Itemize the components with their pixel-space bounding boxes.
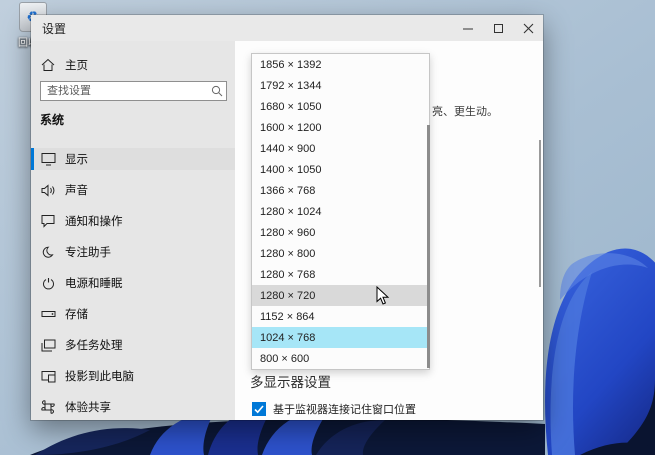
focus-assist-icon xyxy=(40,244,56,260)
home-label: 主页 xyxy=(65,60,88,72)
resolution-option[interactable]: 1600 × 1200 xyxy=(252,117,429,138)
sidebar-nav: 显示 声音 通知和操作 专注助手 电源和睡眠 存储 多任务处理 投影到此电脑 体… xyxy=(31,148,235,427)
sidebar-item[interactable]: 投影到此电脑 xyxy=(31,365,235,387)
titlebar[interactable]: 设置 xyxy=(31,15,543,41)
resolution-option[interactable]: 1280 × 1024 xyxy=(252,201,429,222)
multitask-icon xyxy=(40,337,56,353)
sidebar-item-home[interactable]: 主页 xyxy=(31,54,235,76)
settings-window: 设置 主页 系统 xyxy=(31,15,543,420)
storage-icon xyxy=(40,306,56,322)
resolution-option[interactable]: 1856 × 1392 xyxy=(252,54,429,75)
sound-icon xyxy=(40,182,56,198)
section-label-system: 系统 xyxy=(40,113,65,127)
sidebar-item[interactable]: 通知和操作 xyxy=(31,210,235,232)
sidebar-item[interactable]: 专注助手 xyxy=(31,241,235,263)
desktop: ♻ 回收站 设置 主页 系统 xyxy=(0,0,655,455)
sidebar-item[interactable]: 显示 xyxy=(31,148,235,170)
window-title: 设置 xyxy=(42,21,67,36)
share-icon xyxy=(40,399,56,415)
remember-window-positions-row[interactable]: 基于监视器连接记住窗口位置 xyxy=(252,401,416,417)
minimize-icon[interactable] xyxy=(453,15,483,41)
resolution-option[interactable]: 1280 × 800 xyxy=(252,243,429,264)
resolution-option[interactable]: 1280 × 768 xyxy=(252,264,429,285)
search-box[interactable] xyxy=(40,81,227,101)
resolution-option[interactable]: 1280 × 960 xyxy=(252,222,429,243)
maximize-icon[interactable] xyxy=(483,15,513,41)
remember-window-positions-label: 基于监视器连接记住窗口位置 xyxy=(273,404,416,416)
sidebar-item[interactable]: 存储 xyxy=(31,303,235,325)
display-icon xyxy=(40,151,56,167)
resolution-option[interactable]: 1024 × 768 xyxy=(252,327,429,348)
sidebar-item[interactable]: 声音 xyxy=(31,179,235,201)
remember-window-positions-checkbox[interactable] xyxy=(252,402,266,416)
check-icon xyxy=(254,404,264,413)
resolution-option[interactable]: 1400 × 1050 xyxy=(252,159,429,180)
resolution-option[interactable]: 1280 × 720 xyxy=(252,285,429,306)
window-controls xyxy=(453,15,543,41)
resolution-option[interactable]: 1680 × 1050 xyxy=(252,96,429,117)
search-icon xyxy=(208,85,226,97)
page-scrollbar[interactable] xyxy=(539,140,541,287)
resolution-option[interactable]: 1366 × 768 xyxy=(252,180,429,201)
home-icon xyxy=(40,57,56,73)
close-icon[interactable] xyxy=(513,15,543,41)
resolution-dropdown-list: 1856 × 1392 1792 × 1344 1680 × 1050 1600… xyxy=(251,53,430,370)
multi-display-heading: 多显示器设置 xyxy=(250,375,331,390)
project-icon xyxy=(40,368,56,384)
notifications-icon xyxy=(40,213,56,229)
sidebar-item[interactable]: 多任务处理 xyxy=(31,334,235,356)
resolution-option[interactable]: 1152 × 864 xyxy=(252,306,429,327)
resolution-option[interactable]: 1792 × 1344 xyxy=(252,75,429,96)
dropdown-scrollbar[interactable] xyxy=(427,125,430,368)
sidebar-item[interactable]: 体验共享 xyxy=(31,396,235,418)
resolution-option[interactable]: 1440 × 900 xyxy=(252,138,429,159)
sidebar-item[interactable]: 电源和睡眠 xyxy=(31,272,235,294)
sidebar: 主页 系统 显示 声音 xyxy=(31,41,235,420)
resolution-option[interactable]: 800 × 600 xyxy=(252,348,429,369)
power-icon xyxy=(40,275,56,291)
search-input[interactable] xyxy=(41,85,208,97)
hd-color-text-fragment: 亮、更生动。 xyxy=(432,106,498,118)
